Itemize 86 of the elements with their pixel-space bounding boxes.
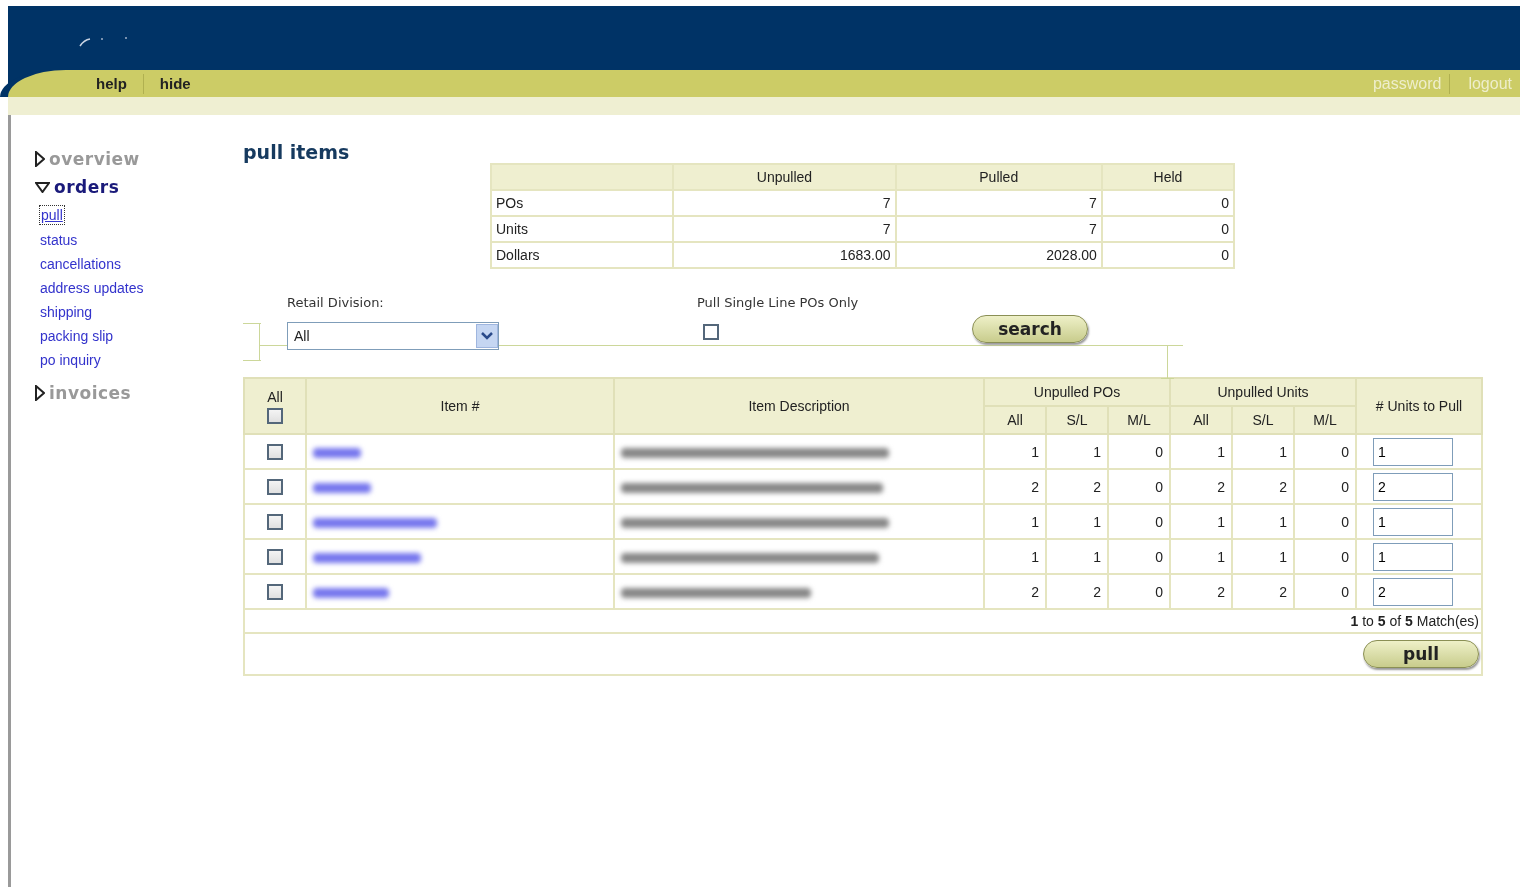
table-cell: 0 <box>1101 216 1234 242</box>
row-label: Units <box>491 216 674 242</box>
table-cell: 1683.00 <box>673 242 896 268</box>
nav-link[interactable]: address updates <box>39 279 145 297</box>
table-cell: 2 <box>1046 469 1108 504</box>
select-all-label: All <box>267 388 283 405</box>
pull-button[interactable]: pull <box>1363 640 1479 668</box>
checkbox-label: Pull Single Line POs Only <box>697 295 860 310</box>
table-cell: 2 <box>1170 469 1232 504</box>
checkbox[interactable] <box>267 444 283 461</box>
units-input[interactable]: 1 <box>1373 437 1453 466</box>
match-count: 1 to 5 of 5 Match(es) <box>1350 613 1479 629</box>
units-input[interactable]: 1 <box>1373 507 1453 536</box>
table-cell: 7 <box>673 216 896 242</box>
table-cell: 1 <box>1170 434 1232 469</box>
units-input[interactable]: 1 <box>1373 542 1453 571</box>
table-cell: 1 <box>1046 504 1108 539</box>
table-cell: 1 <box>1170 539 1232 574</box>
header-link[interactable]: help <box>80 75 143 92</box>
table-cell: 0 <box>1108 539 1170 574</box>
table-cell: 2 <box>1232 574 1294 609</box>
table-cell: 1 <box>1232 504 1294 539</box>
column-header: # Units to Pull <box>1356 378 1482 434</box>
table-cell: 7 <box>673 190 896 216</box>
division-dropdown[interactable]: All <box>287 322 499 350</box>
table-cell: 1 <box>1170 504 1232 539</box>
checkbox[interactable] <box>703 324 719 340</box>
table-cell: 2 <box>1232 469 1294 504</box>
table-cell: 0 <box>1294 574 1356 609</box>
table-cell: 1 <box>1232 539 1294 574</box>
table-cell: 2 <box>1046 574 1108 609</box>
table-cell: 1 <box>984 539 1046 574</box>
table-cell: 2 <box>984 469 1046 504</box>
table-cell: 0 <box>1294 504 1356 539</box>
table-cell: 1 <box>1046 434 1108 469</box>
nav-section-link[interactable]: orders <box>54 177 120 197</box>
units-input[interactable]: 2 <box>1373 472 1453 501</box>
nav-link[interactable]: status <box>39 231 79 249</box>
table-cell: 1 <box>984 504 1046 539</box>
column-header: Item Description <box>614 378 984 434</box>
table-cell: 0 <box>1101 242 1234 268</box>
table-cell: 0 <box>1101 190 1234 216</box>
row-label: POs <box>491 190 674 216</box>
nav-link[interactable]: packing slip <box>39 327 115 345</box>
table-cell: 2 <box>1170 574 1232 609</box>
column-header: Pulled <box>895 164 1102 190</box>
checkbox[interactable] <box>267 479 283 496</box>
table-cell: 2 <box>984 574 1046 609</box>
search-button[interactable]: search <box>972 315 1088 343</box>
table-cell: 1 <box>984 434 1046 469</box>
header-link[interactable]: hide <box>143 75 207 92</box>
column-header: All <box>984 406 1046 434</box>
checkbox[interactable] <box>267 584 283 601</box>
table-cell: 7 <box>895 216 1102 242</box>
nav-link[interactable]: cancellations <box>39 255 122 273</box>
column-header: Held <box>1101 164 1234 190</box>
field-label: Retail Division: <box>287 295 385 310</box>
page-title: pull items <box>243 141 351 163</box>
table-cell: 2028.00 <box>895 242 1102 268</box>
column-group-header: Unpulled POs <box>984 378 1170 406</box>
table-cell: 1 <box>1046 539 1108 574</box>
table-cell: 0 <box>1108 434 1170 469</box>
units-input[interactable]: 2 <box>1373 577 1453 606</box>
table-cell: 0 <box>1294 434 1356 469</box>
column-group-header: Unpulled Units <box>1170 378 1356 406</box>
column-header: S/L <box>1046 406 1108 434</box>
table-cell: 0 <box>1294 539 1356 574</box>
nav-link[interactable]: po inquiry <box>39 351 102 369</box>
nav-link[interactable]: shipping <box>39 303 94 321</box>
table-cell: 0 <box>1108 504 1170 539</box>
table-cell: 7 <box>895 190 1102 216</box>
column-header: Item # <box>306 378 614 434</box>
table-cell: 0 <box>1108 469 1170 504</box>
column-header: S/L <box>1232 406 1294 434</box>
checkbox[interactable] <box>267 514 283 531</box>
column-header: All <box>1170 406 1232 434</box>
column-header: M/L <box>1108 406 1170 434</box>
column-header: Unpulled <box>673 164 896 190</box>
table-cell: 1 <box>1232 434 1294 469</box>
nav-link[interactable]: pull <box>39 205 65 225</box>
checkbox[interactable] <box>267 549 283 566</box>
row-label: Dollars <box>491 242 674 268</box>
table-cell: 0 <box>1108 574 1170 609</box>
column-header: M/L <box>1294 406 1356 434</box>
checkbox[interactable] <box>267 407 283 424</box>
table-cell: 0 <box>1294 469 1356 504</box>
